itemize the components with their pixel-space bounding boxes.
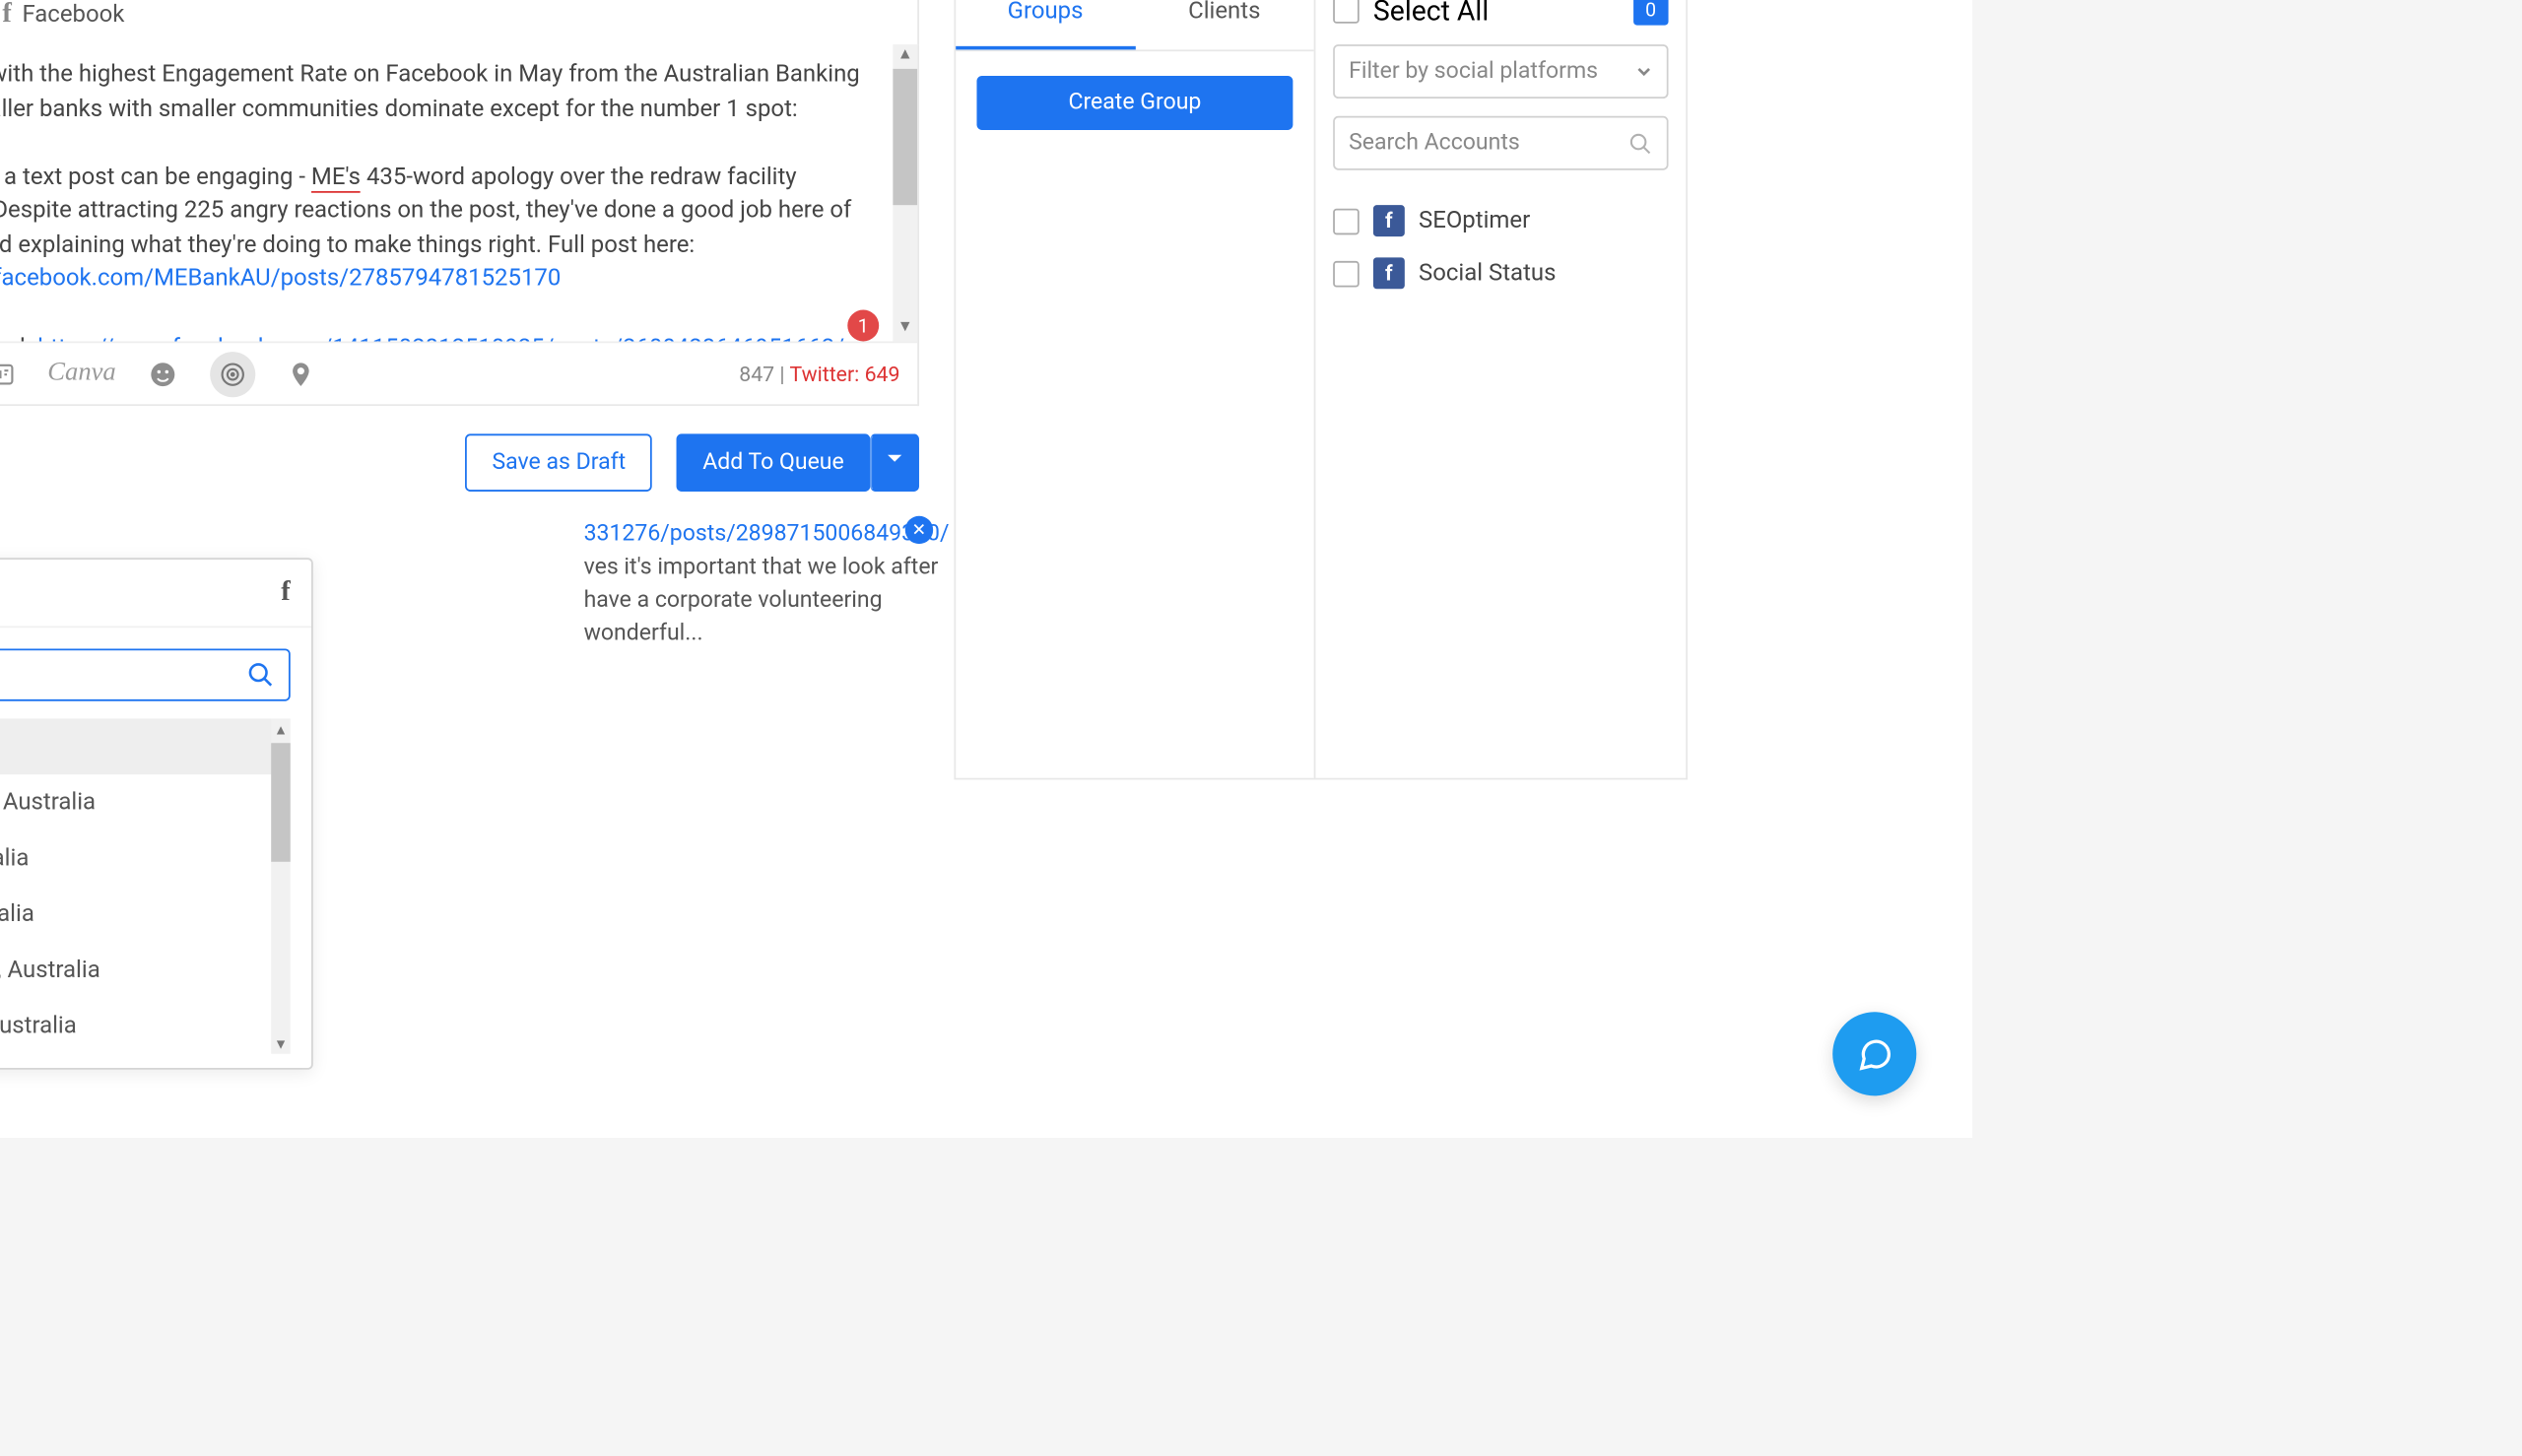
location-scrollbar[interactable]: ▲ ▼: [271, 718, 291, 1053]
location-popover: Location f Australia Gawler, South Austr…: [0, 558, 313, 1069]
location-item[interactable]: Portland, Victoria, Australia: [0, 887, 291, 943]
error-badge[interactable]: 1: [847, 310, 879, 342]
target-icon[interactable]: [210, 351, 255, 396]
location-item[interactable]: Buderim, Queensland, Australia: [0, 998, 291, 1054]
select-all-label: Select All: [1373, 0, 1489, 27]
scrollbar-down-icon[interactable]: ▼: [271, 1033, 291, 1054]
facebook-badge-icon: f: [1373, 205, 1405, 236]
account-item-social-status[interactable]: f Social Status: [1333, 247, 1668, 299]
preview-link-frag[interactable]: 331276/posts/2898715006849320/: [584, 521, 950, 548]
scrollbar-up-icon[interactable]: ▲: [271, 718, 291, 739]
search-accounts-input[interactable]: Search Accounts: [1333, 116, 1668, 170]
editor-subtabs: Original f Facebook: [0, 0, 919, 44]
facebook-icon: f: [2, 0, 11, 31]
editor-link1[interactable]: https://www.facebook.com/MEBankAU/posts/…: [0, 265, 561, 293]
facebook-badge-icon: f: [1373, 257, 1405, 289]
add-gif-icon[interactable]: [0, 358, 16, 389]
close-preview-icon[interactable]: ✕: [905, 516, 933, 544]
editor-p2: 2. Reliance Bank: [0, 333, 37, 341]
create-group-button[interactable]: Create Group: [976, 76, 1293, 130]
editor-intro: Top 5 Posts with the highest Engagement …: [0, 60, 860, 122]
location-results-list: Australia Gawler, South Australia, Austr…: [0, 718, 291, 1053]
filter-platforms-dropdown[interactable]: Filter by social platforms: [1333, 44, 1668, 99]
location-item[interactable]: Gawler, South Australia, Australia: [0, 774, 291, 830]
editor-spellcheck-me: ME's: [311, 163, 361, 192]
scrollbar-up-icon[interactable]: ▲: [893, 44, 917, 69]
filter-placeholder: Filter by social platforms: [1349, 58, 1598, 85]
editor-box: Top 5 Posts with the highest Engagement …: [0, 44, 919, 406]
account-name: Social Status: [1419, 259, 1556, 287]
search-icon[interactable]: [246, 661, 274, 689]
editor-scrollbar[interactable]: ▲ ▼: [893, 44, 917, 341]
search-accounts-placeholder: Search Accounts: [1349, 130, 1520, 157]
selected-count-badge: 0: [1633, 0, 1669, 26]
select-all-row: Select All 0: [1333, 0, 1668, 27]
location-item[interactable]: Australia: [0, 718, 291, 774]
account-checkbox[interactable]: [1333, 208, 1360, 234]
account-name: SEOptimer: [1419, 207, 1530, 234]
location-search-wrap: [0, 649, 291, 701]
right-column: Groups Clients Create Group Select All 0…: [954, 0, 1697, 780]
location-search-input[interactable]: [0, 661, 246, 689]
main-content: Create Post ? Create Post Drafts Curated…: [0, 0, 1972, 1138]
canva-tool[interactable]: Canva: [47, 359, 115, 388]
scrollbar-thumb[interactable]: [893, 69, 917, 205]
editor-toolbar: Canva 847 | Twitter: 649: [0, 341, 917, 404]
account-item-seoptimer[interactable]: f SEOptimer: [1333, 195, 1668, 247]
add-to-queue-dropdown[interactable]: [870, 433, 919, 492]
subtab-facebook-label: Facebook: [22, 1, 124, 29]
location-facebook-icon: f: [281, 577, 290, 609]
scrollbar-thumb[interactable]: [271, 743, 291, 862]
accounts-panel: Select All 0 Filter by social platforms …: [1314, 0, 1688, 780]
emoji-icon[interactable]: [148, 358, 179, 389]
editor-link2[interactable]: https://www.facebook.com/141150281251092…: [37, 333, 844, 341]
groups-panel: Groups Clients Create Group: [954, 0, 1313, 780]
post-textarea[interactable]: Top 5 Posts with the highest Engagement …: [0, 44, 917, 341]
gp-tab-clients[interactable]: Clients: [1135, 0, 1314, 49]
location-item[interactable]: Damascus, Queensland, Australia: [0, 942, 291, 998]
editor-p1a: 1. It turns out a text post can be engag…: [0, 163, 311, 190]
gp-tab-groups[interactable]: Groups: [956, 0, 1135, 49]
groups-panel-tabs: Groups Clients: [956, 0, 1313, 51]
save-draft-button[interactable]: Save as Draft: [466, 433, 652, 492]
search-icon: [1628, 131, 1653, 156]
editor-buttons: Save as Draft Add To Queue: [0, 433, 919, 492]
chevron-down-icon: [1635, 63, 1653, 81]
select-all-checkbox[interactable]: [1333, 0, 1360, 24]
subtab-facebook[interactable]: f Facebook: [2, 0, 124, 44]
add-to-queue-button[interactable]: Add To Queue: [677, 433, 871, 492]
location-item[interactable]: Morwell, Victoria, Australia: [0, 830, 291, 887]
account-checkbox[interactable]: [1333, 260, 1360, 287]
location-pin-icon[interactable]: [287, 358, 314, 389]
char-counter: 847 | Twitter: 649: [739, 362, 899, 386]
scrollbar-down-icon[interactable]: ▼: [893, 317, 917, 342]
location-header: Location f: [0, 560, 311, 628]
chat-fab[interactable]: [1832, 1012, 1916, 1095]
